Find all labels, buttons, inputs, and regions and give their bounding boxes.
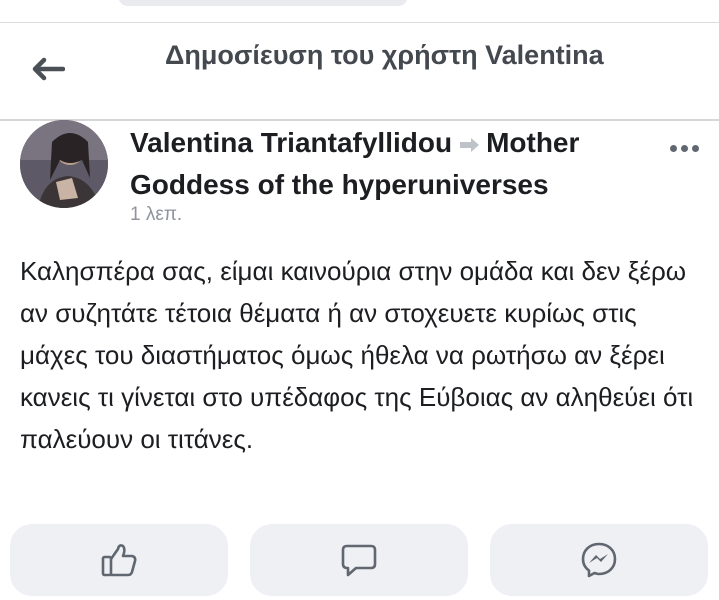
more-options-button[interactable] [664, 138, 704, 158]
page-header: Δημοσίευση του χρήστη Valentina [0, 22, 719, 121]
author-name[interactable]: Valentina Triantafyllidou [130, 127, 452, 158]
post-timestamp[interactable]: 1 λεπ. [130, 204, 182, 226]
thumbs-up-icon [101, 544, 137, 577]
share-messenger-button[interactable] [490, 524, 708, 596]
page-title: Δημοσίευση του χρήστη Valentina [165, 40, 604, 70]
top-bar-remnant [0, 0, 719, 22]
avatar-image [20, 120, 108, 208]
search-bar-remnant [118, 0, 408, 6]
post-content: Καλησπέρα σας, είμαι καινούρια στην ομάδ… [20, 250, 700, 460]
comment-bubble-icon [341, 544, 377, 577]
triangle-right-icon [460, 137, 480, 152]
post-actions [0, 522, 719, 600]
post-header: Valentina Triantafyllidou Mother Goddess … [0, 120, 719, 230]
more-options-dot [691, 144, 699, 152]
post-author-line: Valentina Triantafyllidou Mother Goddess … [130, 122, 650, 206]
back-button[interactable] [26, 49, 70, 89]
post-text: Καλησπέρα σας, είμαι καινούρια στην ομάδ… [20, 256, 694, 454]
messenger-icon [581, 542, 617, 578]
avatar[interactable] [20, 120, 108, 208]
more-options-dot [680, 144, 688, 152]
comment-button[interactable] [250, 524, 468, 596]
like-button[interactable] [10, 524, 228, 596]
more-options-icon [669, 144, 677, 152]
arrow-left-icon [32, 57, 65, 81]
